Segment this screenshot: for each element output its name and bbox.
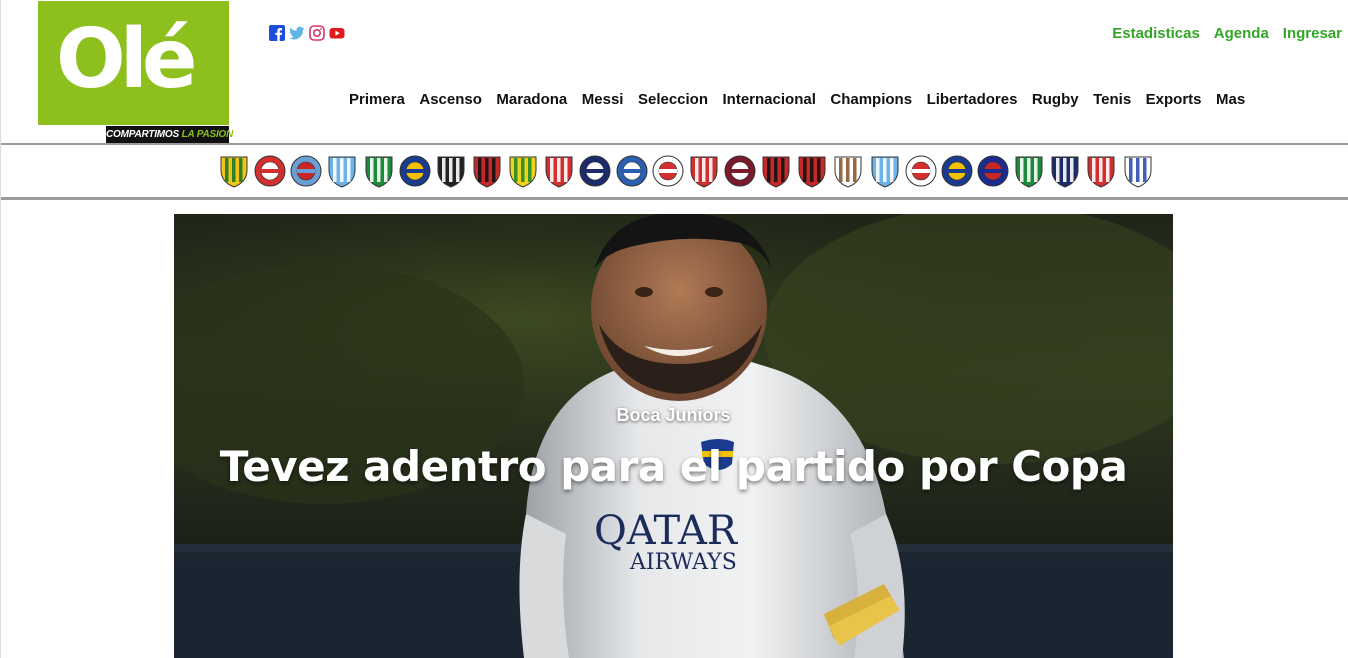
central-cordoba-crest[interactable] <box>435 154 467 188</box>
ole-logo[interactable]: Olé COMPARTIMOS LA PASION <box>38 1 233 143</box>
atletico-tucuman-crest[interactable] <box>326 154 358 188</box>
hero-article[interactable]: QATAR AIRWAYS Boca Juniors Tevez adentro… <box>174 214 1173 658</box>
twitter-icon[interactable] <box>289 25 305 41</box>
top-links: Estadisticas Agenda Ingresar <box>1112 25 1342 43</box>
team-crests-bar <box>218 154 1154 188</box>
colon-crest[interactable] <box>471 154 503 188</box>
boca-crest[interactable] <box>399 154 431 188</box>
social-links <box>269 25 345 41</box>
hero-title[interactable]: Tevez adentro para el partido por Copa <box>174 442 1173 491</box>
tagline-part-a: COMPARTIMOS <box>106 129 179 140</box>
argentinos-crest[interactable] <box>254 154 286 188</box>
union-crest[interactable] <box>1085 154 1117 188</box>
sarmiento-crest[interactable] <box>1013 154 1045 188</box>
san-lorenzo-crest[interactable] <box>977 154 1009 188</box>
tagline-part-b: LA PASION <box>181 129 234 140</box>
nav-item-internacional[interactable]: Internacional <box>723 91 816 109</box>
huracan-crest[interactable] <box>652 154 684 188</box>
gimnasia-crest[interactable] <box>579 154 611 188</box>
nav-item-messi[interactable]: Messi <box>582 91 624 109</box>
arsenal-crest[interactable] <box>290 154 322 188</box>
jersey-sponsor-line-2: AIRWAYS <box>629 550 737 575</box>
patronato-crest[interactable] <box>796 154 828 188</box>
nav-item-seleccion[interactable]: Seleccion <box>638 91 708 109</box>
lanus-crest[interactable] <box>724 154 756 188</box>
platense-crest[interactable] <box>832 154 864 188</box>
river-crest[interactable] <box>905 154 937 188</box>
godoy-cruz-crest[interactable] <box>616 154 648 188</box>
hero-kicker[interactable]: Boca Juniors <box>174 405 1173 426</box>
rosario-central-crest[interactable] <box>941 154 973 188</box>
nav-item-tenis[interactable]: Tenis <box>1093 91 1131 109</box>
nav-divider-top <box>1 143 1348 145</box>
nav-item-primera[interactable]: Primera <box>349 91 405 109</box>
top-link-ingresar[interactable]: Ingresar <box>1283 25 1342 43</box>
newells-crest[interactable] <box>760 154 792 188</box>
instagram-icon[interactable] <box>309 25 325 41</box>
defensa-crest[interactable] <box>507 154 539 188</box>
nav-item-maradona[interactable]: Maradona <box>496 91 567 109</box>
page: Olé COMPARTIMOS LA PASION Estadisticas Ag… <box>0 0 1348 658</box>
hero-photo: QATAR AIRWAYS <box>174 214 1173 658</box>
logo-tagline: COMPARTIMOS LA PASION <box>106 126 233 143</box>
top-link-agenda[interactable]: Agenda <box>1214 25 1269 43</box>
banfield-crest[interactable] <box>363 154 395 188</box>
logo-box: Olé <box>38 1 229 125</box>
estudiantes-crest[interactable] <box>543 154 575 188</box>
independiente-crest[interactable] <box>688 154 720 188</box>
youtube-icon[interactable] <box>329 25 345 41</box>
nav-item-rugby[interactable]: Rugby <box>1032 91 1079 109</box>
nav-item-mas[interactable]: Mas <box>1216 91 1245 109</box>
aldosivi-crest[interactable] <box>218 154 250 188</box>
racing-crest[interactable] <box>869 154 901 188</box>
main-nav: Primera Ascenso Maradona Messi Seleccion Inte… <box>349 91 1260 109</box>
nav-divider-bottom <box>1 197 1348 200</box>
nav-item-libertadores[interactable]: Libertadores <box>927 91 1018 109</box>
velez-crest[interactable] <box>1122 154 1154 188</box>
nav-item-champions[interactable]: Champions <box>830 91 912 109</box>
talleres-crest[interactable] <box>1049 154 1081 188</box>
nav-item-exports[interactable]: Exports <box>1146 91 1202 109</box>
top-link-estadisticas[interactable]: Estadisticas <box>1112 25 1200 43</box>
facebook-icon[interactable] <box>269 25 285 41</box>
nav-item-ascenso[interactable]: Ascenso <box>419 91 482 109</box>
logo-text: Olé <box>56 12 197 107</box>
jersey-sponsor: QATAR <box>594 508 739 554</box>
